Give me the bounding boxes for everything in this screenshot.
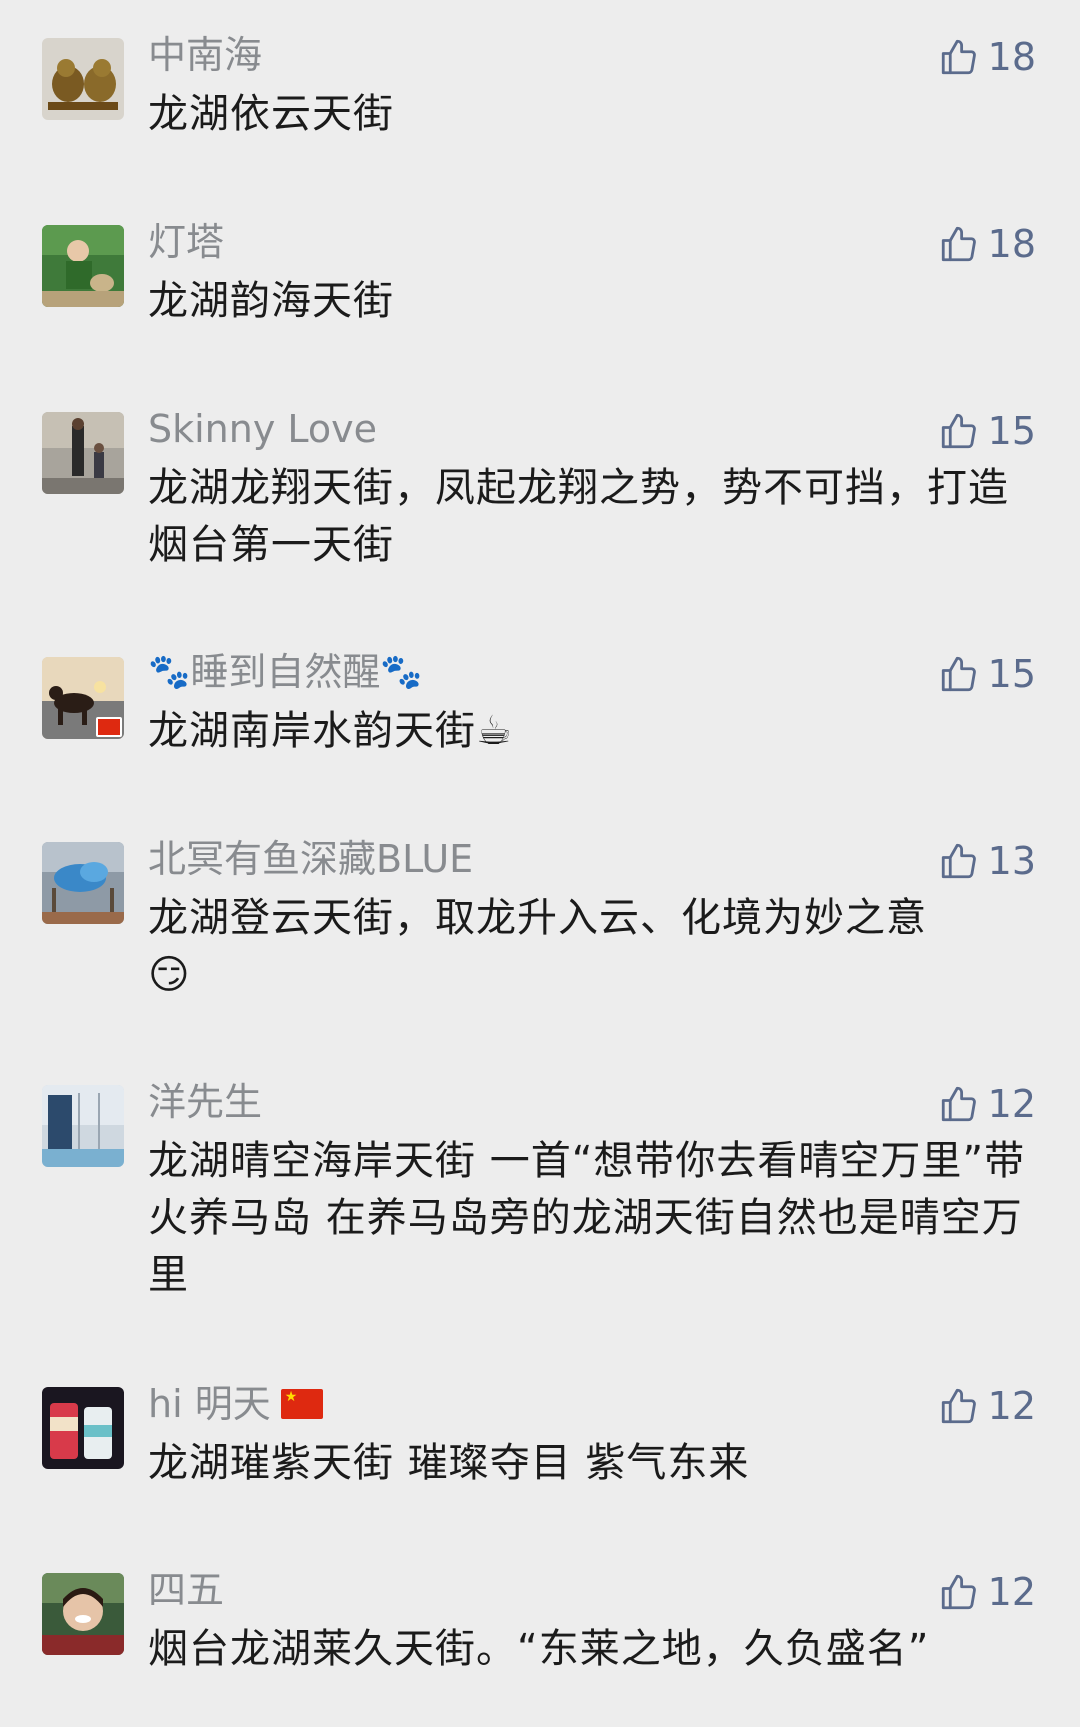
like-button[interactable]: 13 [938, 834, 1036, 888]
commenter-name[interactable]: 中南海 [148, 30, 262, 80]
like-button[interactable]: 12 [938, 1077, 1036, 1131]
comment-text: 烟台龙湖莱久天街。“东莱之地，久负盛名” [148, 1626, 930, 1672]
comment-text: 龙湖南岸水韵天街☕ [148, 703, 1038, 760]
like-button[interactable]: 15 [938, 404, 1036, 458]
like-button[interactable]: 18 [938, 30, 1036, 84]
commenter-name[interactable]: hi 明天 [148, 1379, 323, 1429]
avatar[interactable] [42, 842, 124, 924]
comment-text: 龙湖依云天街 [148, 91, 394, 137]
like-count: 12 [987, 1384, 1036, 1428]
commenter-name[interactable]: Skinny Love [148, 404, 377, 454]
like-count: 18 [987, 35, 1036, 79]
avatar[interactable] [42, 225, 124, 307]
comment-text-body: 龙湖南岸水韵天街 [148, 708, 476, 754]
commenter-name[interactable]: 🐾 睡到自然醒 🐾 [148, 647, 423, 697]
like-count: 18 [987, 222, 1036, 266]
thumbs-up-icon [941, 39, 976, 75]
like-count: 12 [987, 1570, 1036, 1614]
commenter-name-text: 睡到自然醒 [190, 650, 381, 694]
avatar[interactable] [42, 1085, 124, 1167]
like-button[interactable]: 12 [938, 1379, 1036, 1433]
thumbs-up-icon [941, 656, 976, 692]
like-count: 13 [987, 839, 1036, 883]
comment-text: 龙湖龙翔天街，凤起龙翔之势，势不可挡，打造烟台第一天街 [148, 465, 1009, 568]
thumbs-up-icon [941, 1086, 976, 1122]
like-count: 15 [987, 652, 1036, 696]
thumbs-up-icon [941, 1388, 976, 1424]
commenter-name-text: hi 明天 [148, 1382, 271, 1426]
like-button[interactable]: 12 [938, 1565, 1036, 1619]
like-count: 12 [987, 1082, 1036, 1126]
thumbs-up-icon [941, 413, 976, 449]
thumbs-up-icon [941, 226, 976, 262]
avatar[interactable] [42, 1573, 124, 1655]
smirk-emoji: 😏 [148, 952, 191, 998]
like-button[interactable]: 15 [938, 647, 1036, 701]
paw-icon: 🐾 [148, 652, 191, 692]
comment-text: 龙湖晴空海岸天街 一首“想带你去看晴空万里”带火养马岛 在养马岛旁的龙湖天街自然… [148, 1138, 1026, 1298]
thumbs-up-icon [941, 1574, 976, 1610]
thumbs-up-icon [941, 843, 976, 879]
china-flag-icon [280, 1389, 323, 1419]
paw-icon: 🐾 [380, 652, 423, 692]
comment-text: 龙湖登云天街，取龙升入云、化境为妙之意 😏 [148, 890, 1038, 1004]
comment-text-body: 龙湖登云天街，取龙升入云、化境为妙之意 [148, 895, 927, 941]
coffee-emoji: ☕ [476, 708, 513, 754]
avatar[interactable] [42, 38, 124, 120]
avatar[interactable] [42, 412, 124, 494]
china-flag-icon [96, 717, 122, 737]
comment-text: 龙湖韵海天街 [148, 278, 394, 324]
avatar[interactable] [42, 657, 124, 739]
comment-text: 龙湖璀紫天街 璀璨夺目 紫气东来 [148, 1440, 750, 1486]
commenter-name[interactable]: 灯塔 [148, 217, 224, 267]
commenter-name[interactable]: 北冥有鱼深藏BLUE [148, 834, 473, 884]
avatar[interactable] [42, 1387, 124, 1469]
like-count: 15 [987, 409, 1036, 453]
commenter-name[interactable]: 洋先生 [148, 1077, 262, 1127]
commenter-name[interactable]: 四五 [148, 1565, 224, 1615]
like-button[interactable]: 18 [938, 217, 1036, 271]
